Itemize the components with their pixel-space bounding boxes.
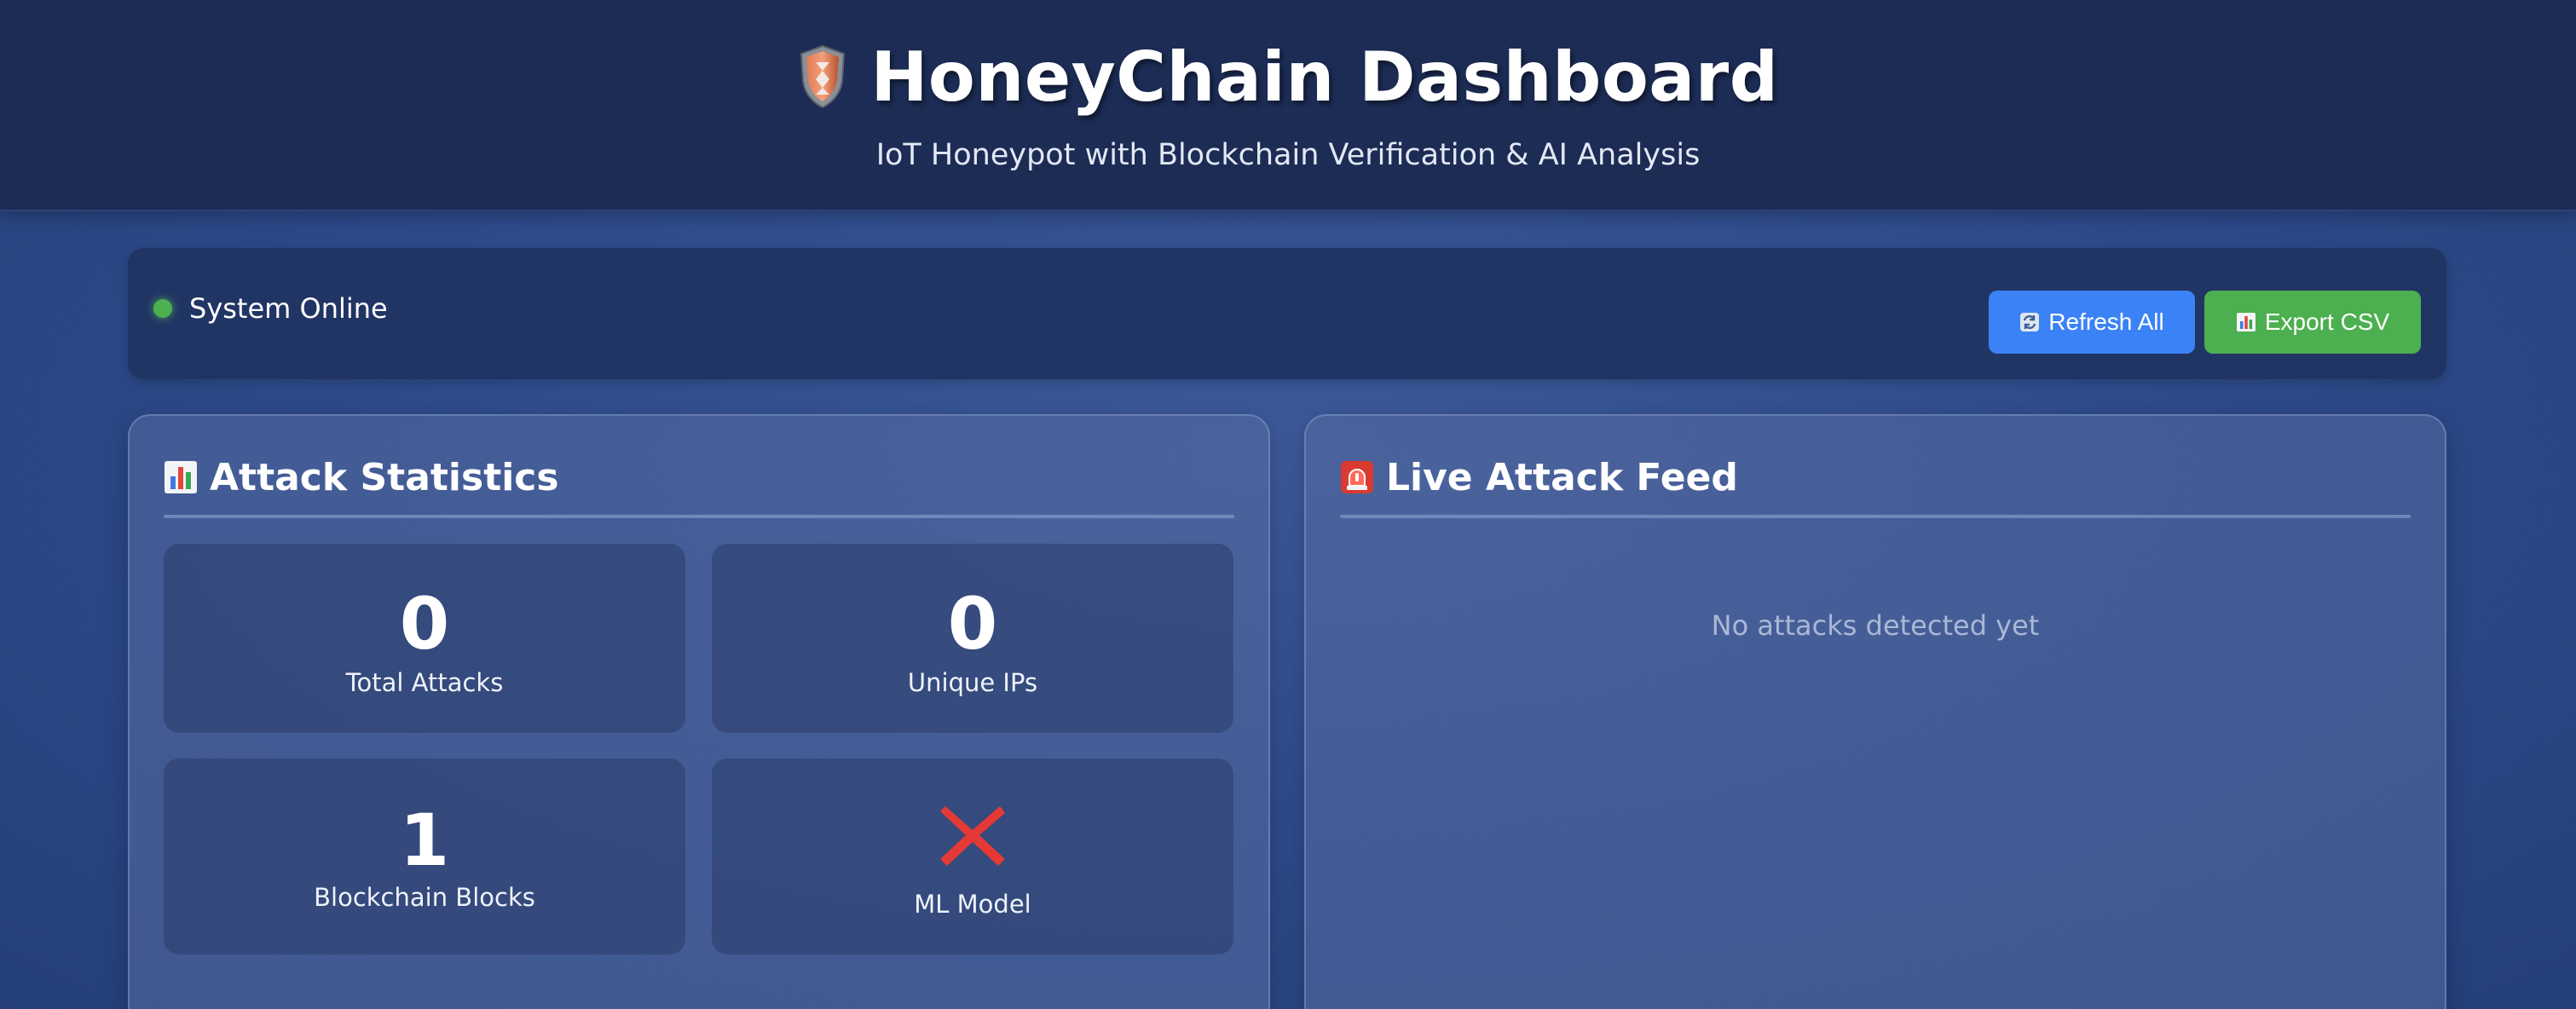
live-attack-feed-panel: Live Attack Feed No attacks detected yet <box>1304 414 2446 1009</box>
page-title: HoneyChain Dashboard <box>870 37 1779 117</box>
divider <box>164 515 1234 518</box>
page-subtitle: IoT Honeypot with Blockchain Verificatio… <box>875 138 1701 172</box>
dashboard-header: HoneyChain Dashboard IoT Honeypot with B… <box>0 0 2576 211</box>
shield-icon <box>800 44 846 109</box>
bar-chart-icon <box>2236 313 2255 332</box>
refresh-all-button[interactable]: Refresh All <box>1989 291 2195 354</box>
attack-statistics-title: Attack Statistics <box>210 455 559 499</box>
unique-ips-label: Unique IPs <box>907 668 1038 697</box>
stat-card-blockchain-blocks: 1 Blockchain Blocks <box>164 758 685 954</box>
empty-feed-message: No attacks detected yet <box>1711 609 2040 642</box>
live-attack-feed-header: Live Attack Feed <box>1340 450 2411 504</box>
siren-icon <box>1341 461 1373 493</box>
stat-card-total-attacks: 0 Total Attacks <box>164 544 685 733</box>
export-csv-label: Export CSV <box>2264 308 2390 335</box>
divider <box>1340 515 2411 518</box>
attack-statistics-header: Attack Statistics <box>164 450 1234 504</box>
unique-ips-value: 0 <box>947 582 998 666</box>
export-csv-button[interactable]: Export CSV <box>2204 291 2421 354</box>
total-attacks-value: 0 <box>399 582 450 666</box>
live-attack-feed-title: Live Attack Feed <box>1386 455 1738 499</box>
stat-card-ml-model: ML Model <box>712 758 1233 954</box>
status-bar: System Online Refresh All Export CSV <box>128 248 2446 379</box>
title-row: HoneyChain Dashboard <box>0 34 2576 119</box>
ml-model-label: ML Model <box>914 890 1031 919</box>
refresh-icon <box>2020 313 2040 332</box>
total-attacks-label: Total Attacks <box>345 668 504 697</box>
system-status: System Online <box>153 292 388 325</box>
status-indicator-dot <box>153 299 172 318</box>
bar-chart-icon <box>165 461 197 493</box>
attack-statistics-panel: Attack Statistics 0 Total Attacks 0 Uniq… <box>128 414 1270 1009</box>
refresh-all-label: Refresh All <box>2048 308 2164 335</box>
cross-icon <box>940 806 1005 866</box>
status-text: System Online <box>189 292 388 325</box>
stat-card-unique-ips: 0 Unique IPs <box>712 544 1233 733</box>
blockchain-blocks-value: 1 <box>399 799 450 882</box>
blockchain-blocks-label: Blockchain Blocks <box>314 883 535 912</box>
